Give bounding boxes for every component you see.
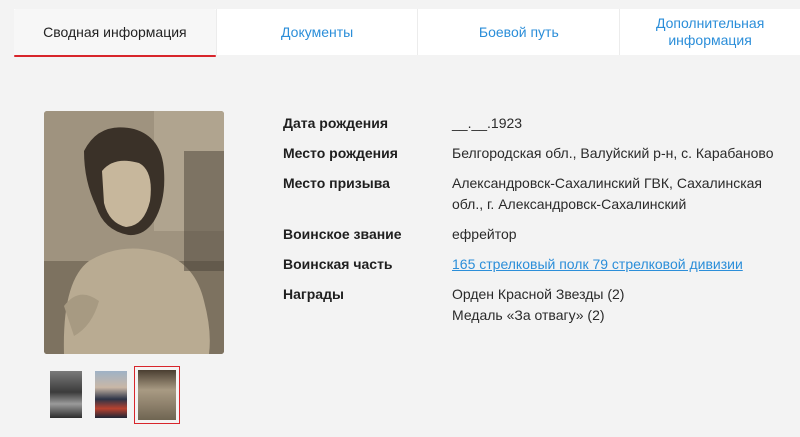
tab-additional-info[interactable]: Дополнительная информация xyxy=(619,9,800,55)
rank-value: ефрейтор xyxy=(452,226,517,242)
tab-documents[interactable]: Документы xyxy=(215,9,418,55)
rank-label: Воинское звание xyxy=(283,226,402,242)
awards-list: Орден Красной Звезды (2) Медаль «За отва… xyxy=(452,284,788,326)
birth-date-label: Дата рождения xyxy=(283,115,389,131)
row-unit: Воинская часть 165 стрелковый полк 79 ст… xyxy=(283,254,788,275)
person-info: Дата рождения __.__.1923 Место рождения … xyxy=(283,113,788,335)
birth-place-value: Белгородская обл., Валуйский р-н, с. Кар… xyxy=(452,145,774,161)
award-item: Орден Красной Звезды (2) xyxy=(452,286,625,302)
thumbnail-2[interactable] xyxy=(91,367,131,422)
unit-value: 165 стрелковый полк 79 стрелковой дивизи… xyxy=(452,254,788,275)
main-photo[interactable] xyxy=(44,111,224,354)
row-draft-place: Место призыва Александровск-Сахалинский … xyxy=(283,173,788,215)
thumbnail-1[interactable] xyxy=(46,367,86,422)
tab-bar: Сводная информация Документы Боевой путь… xyxy=(14,9,800,57)
tab-combat-path[interactable]: Боевой путь xyxy=(417,9,619,55)
thumbnail-3[interactable] xyxy=(134,366,180,424)
row-birth-date: Дата рождения __.__.1923 xyxy=(283,113,788,134)
award-item: Медаль «За отвагу» (2) xyxy=(452,307,605,323)
unit-label: Воинская часть xyxy=(283,256,393,272)
unit-link[interactable]: 165 стрелковый полк 79 стрелковой дивизи… xyxy=(452,256,743,272)
draft-place-value: Александровск-Сахалинский ГВК, Сахалинск… xyxy=(452,175,763,212)
awards-label: Награды xyxy=(283,286,344,302)
tab-summary[interactable]: Сводная информация xyxy=(14,9,216,57)
row-awards: Награды Орден Красной Звезды (2) Медаль … xyxy=(283,284,788,326)
birth-date-value: __.__.1923 xyxy=(452,115,523,131)
row-birth-place: Место рождения Белгородская обл., Валуйс… xyxy=(283,143,788,164)
row-rank: Воинское звание ефрейтор xyxy=(283,224,788,245)
draft-place-label: Место призыва xyxy=(283,175,390,191)
birth-place-label: Место рождения xyxy=(283,145,398,161)
